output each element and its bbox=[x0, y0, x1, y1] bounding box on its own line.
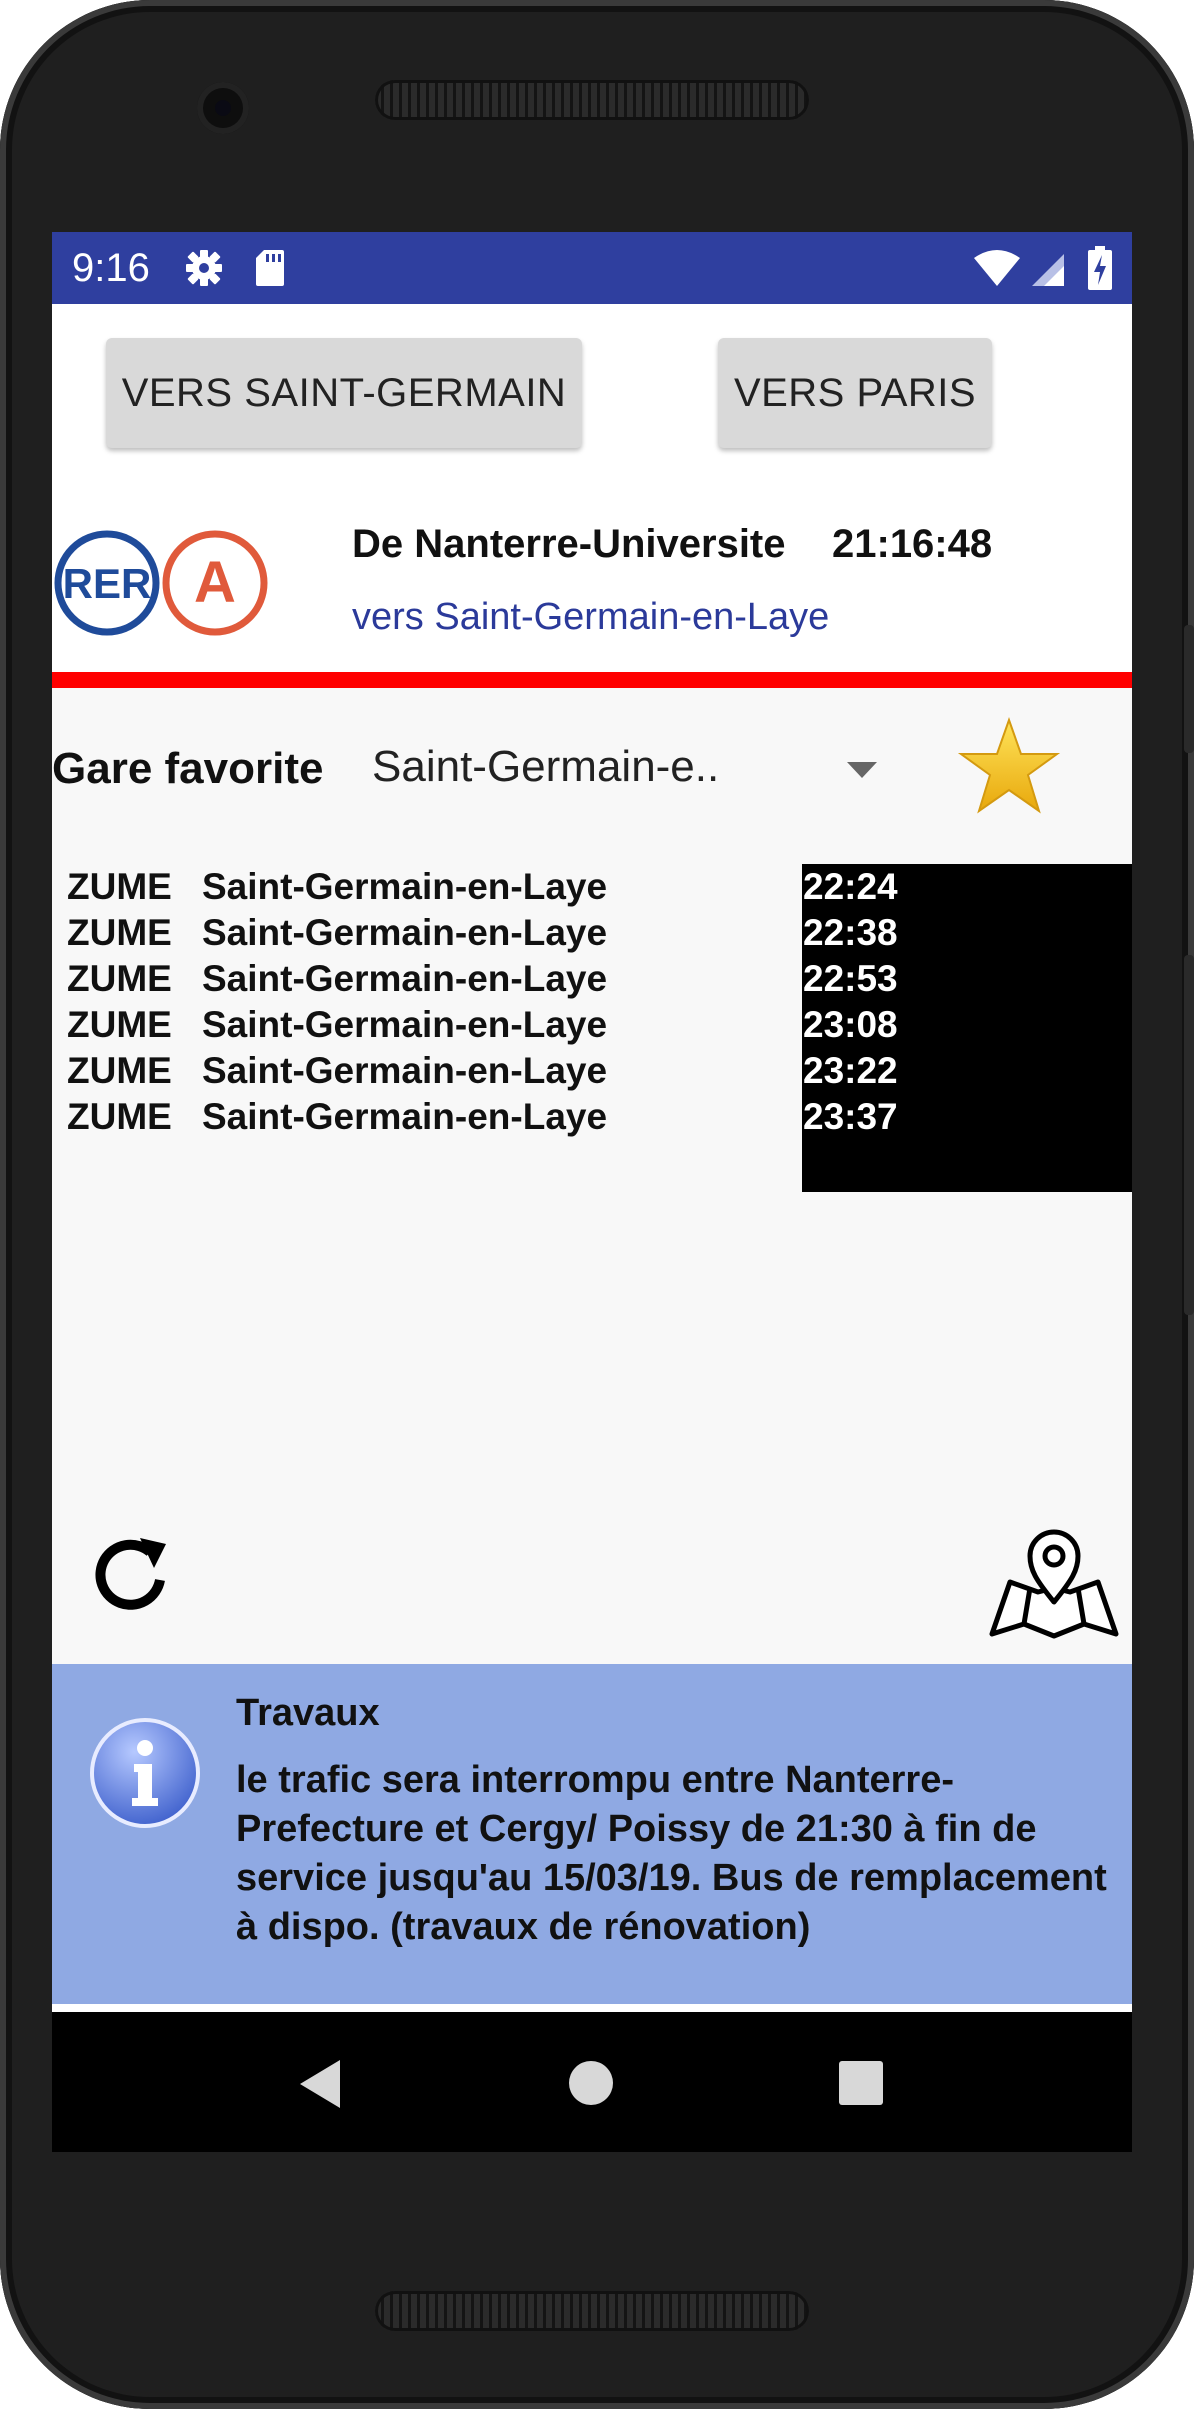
map-pin-icon[interactable] bbox=[988, 1522, 1120, 1647]
favorite-station-label: Gare favorite bbox=[52, 744, 324, 793]
direction-label: vers Saint-Germain-en-Laye bbox=[352, 596, 830, 638]
refresh-icon[interactable] bbox=[88, 1532, 178, 1627]
info-title: Travaux bbox=[236, 1692, 380, 1734]
departure-time: 23:37 bbox=[803, 1096, 898, 1137]
departure-row: ZUME Saint-Germain-en-Laye 23:22 bbox=[52, 1048, 1132, 1094]
signal-icon bbox=[1030, 252, 1066, 293]
recents-icon[interactable] bbox=[838, 2060, 884, 2111]
sd-card-icon bbox=[254, 248, 286, 293]
departure-row: ZUME Saint-Germain-en-Laye 23:08 bbox=[52, 1002, 1132, 1048]
direction-toolbar: VERS SAINT-GERMAIN VERS PARIS bbox=[52, 304, 1132, 464]
train-destination: Saint-Germain-en-Laye bbox=[202, 1004, 608, 1045]
departure-time: 22:24 bbox=[803, 866, 898, 907]
earpiece-speaker bbox=[375, 80, 809, 120]
train-code: ZUME bbox=[67, 912, 172, 953]
train-code: ZUME bbox=[67, 1096, 172, 1137]
dropdown-caret-icon[interactable] bbox=[847, 762, 877, 783]
bottom-speaker bbox=[375, 2291, 809, 2331]
departure-time: 22:38 bbox=[803, 912, 898, 953]
power-button bbox=[1184, 625, 1194, 753]
navigation-bar bbox=[52, 2012, 1132, 2152]
train-code: ZUME bbox=[67, 958, 172, 999]
favorite-star-icon[interactable] bbox=[957, 716, 1061, 821]
toward-paris-button[interactable]: VERS PARIS bbox=[718, 338, 992, 448]
line-letter: A bbox=[194, 550, 236, 615]
train-destination: Saint-Germain-en-Laye bbox=[202, 958, 608, 999]
status-bar: 9:16 bbox=[52, 232, 1132, 304]
current-time: 21:16:48 bbox=[832, 522, 993, 566]
train-destination: Saint-Germain-en-Laye bbox=[202, 1050, 608, 1091]
back-icon[interactable] bbox=[296, 2058, 344, 2115]
departure-station: De Nanterre-Universite bbox=[352, 522, 786, 566]
departure-time: 23:08 bbox=[803, 1004, 898, 1045]
gear-icon bbox=[184, 248, 224, 293]
train-code: ZUME bbox=[67, 866, 172, 907]
toward-saint-germain-button[interactable]: VERS SAINT-GERMAIN bbox=[106, 338, 582, 448]
departure-row: ZUME Saint-Germain-en-Laye 22:53 bbox=[52, 956, 1132, 1002]
status-time: 9:16 bbox=[72, 246, 150, 290]
line-separator bbox=[52, 672, 1132, 688]
battery-charging-icon bbox=[1088, 246, 1112, 295]
train-destination: Saint-Germain-en-Laye bbox=[202, 866, 608, 907]
info-message: le trafic sera interrompu entre Nanterre… bbox=[236, 1759, 1107, 1948]
volume-button bbox=[1184, 955, 1194, 1315]
phone-frame: 9:16 VERS SAINT-GERMAIN VERS PARIS RER A… bbox=[0, 0, 1194, 2409]
departure-row: ZUME Saint-Germain-en-Laye 22:24 bbox=[52, 864, 1132, 910]
rer-logo: RER bbox=[54, 530, 160, 641]
train-destination: Saint-Germain-en-Laye bbox=[202, 1096, 608, 1137]
info-icon bbox=[88, 1716, 202, 1835]
wifi-icon bbox=[972, 250, 1022, 293]
app-screen: 9:16 VERS SAINT-GERMAIN VERS PARIS RER A… bbox=[52, 232, 1132, 2152]
front-camera bbox=[197, 82, 249, 134]
departure-row: ZUME Saint-Germain-en-Laye 23:37 bbox=[52, 1094, 1132, 1140]
favorite-station-value: Saint-Germain-e.. bbox=[372, 742, 720, 791]
line-a-logo: A bbox=[162, 530, 268, 641]
home-icon[interactable] bbox=[568, 2060, 614, 2111]
departure-row: ZUME Saint-Germain-en-Laye 22:38 bbox=[52, 910, 1132, 956]
departure-time: 23:22 bbox=[803, 1050, 898, 1091]
info-divider bbox=[52, 2004, 1132, 2012]
train-code: ZUME bbox=[67, 1004, 172, 1045]
train-destination: Saint-Germain-en-Laye bbox=[202, 912, 608, 953]
rer-logo-text: RER bbox=[63, 560, 152, 607]
departure-time: 22:53 bbox=[803, 958, 898, 999]
train-code: ZUME bbox=[67, 1050, 172, 1091]
